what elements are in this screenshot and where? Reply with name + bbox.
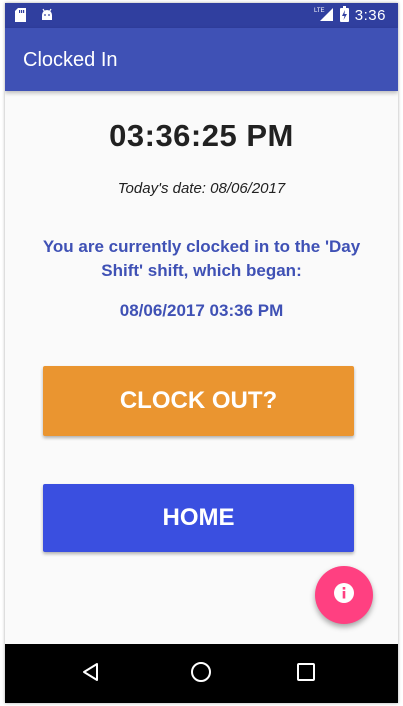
android-robot-icon bbox=[40, 8, 54, 27]
status-time: 3:36 bbox=[354, 7, 386, 24]
sd-card-icon bbox=[15, 8, 26, 27]
home-circle-icon bbox=[190, 661, 212, 688]
back-triangle-icon bbox=[81, 662, 101, 687]
recents-square-icon bbox=[296, 662, 316, 687]
device-screen: LTE 3:36 Clocked In 03:36:25 PM Today's … bbox=[5, 3, 398, 703]
app-bar: Clocked In bbox=[5, 28, 398, 91]
status-bar: LTE 3:36 bbox=[5, 3, 398, 28]
notification-icons bbox=[15, 8, 54, 27]
info-fab-button[interactable] bbox=[315, 566, 373, 624]
lte-signal-icon: LTE bbox=[314, 6, 334, 25]
battery-charging-icon bbox=[339, 6, 349, 25]
back-button[interactable] bbox=[77, 660, 105, 688]
current-time: 03:36:25 PM bbox=[109, 118, 294, 153]
main-content: 03:36:25 PM Today's date: 08/06/2017 You… bbox=[5, 91, 398, 644]
home-button[interactable]: HOME bbox=[43, 484, 354, 552]
page-title: Clocked In bbox=[23, 49, 118, 71]
shift-start-time: 08/06/2017 03:36 PM bbox=[119, 301, 284, 320]
info-icon bbox=[333, 582, 355, 609]
lte-label: LTE bbox=[314, 8, 325, 14]
system-status: LTE 3:36 bbox=[314, 6, 386, 25]
recents-button[interactable] bbox=[292, 660, 320, 688]
navigation-bar bbox=[5, 644, 398, 703]
todays-date: Today's date: 08/06/2017 bbox=[117, 180, 286, 197]
shift-message: You are currently clocked in to the 'Day… bbox=[42, 237, 361, 280]
clock-out-button[interactable]: CLOCK OUT? bbox=[43, 366, 354, 436]
home-nav-button[interactable] bbox=[187, 660, 215, 688]
